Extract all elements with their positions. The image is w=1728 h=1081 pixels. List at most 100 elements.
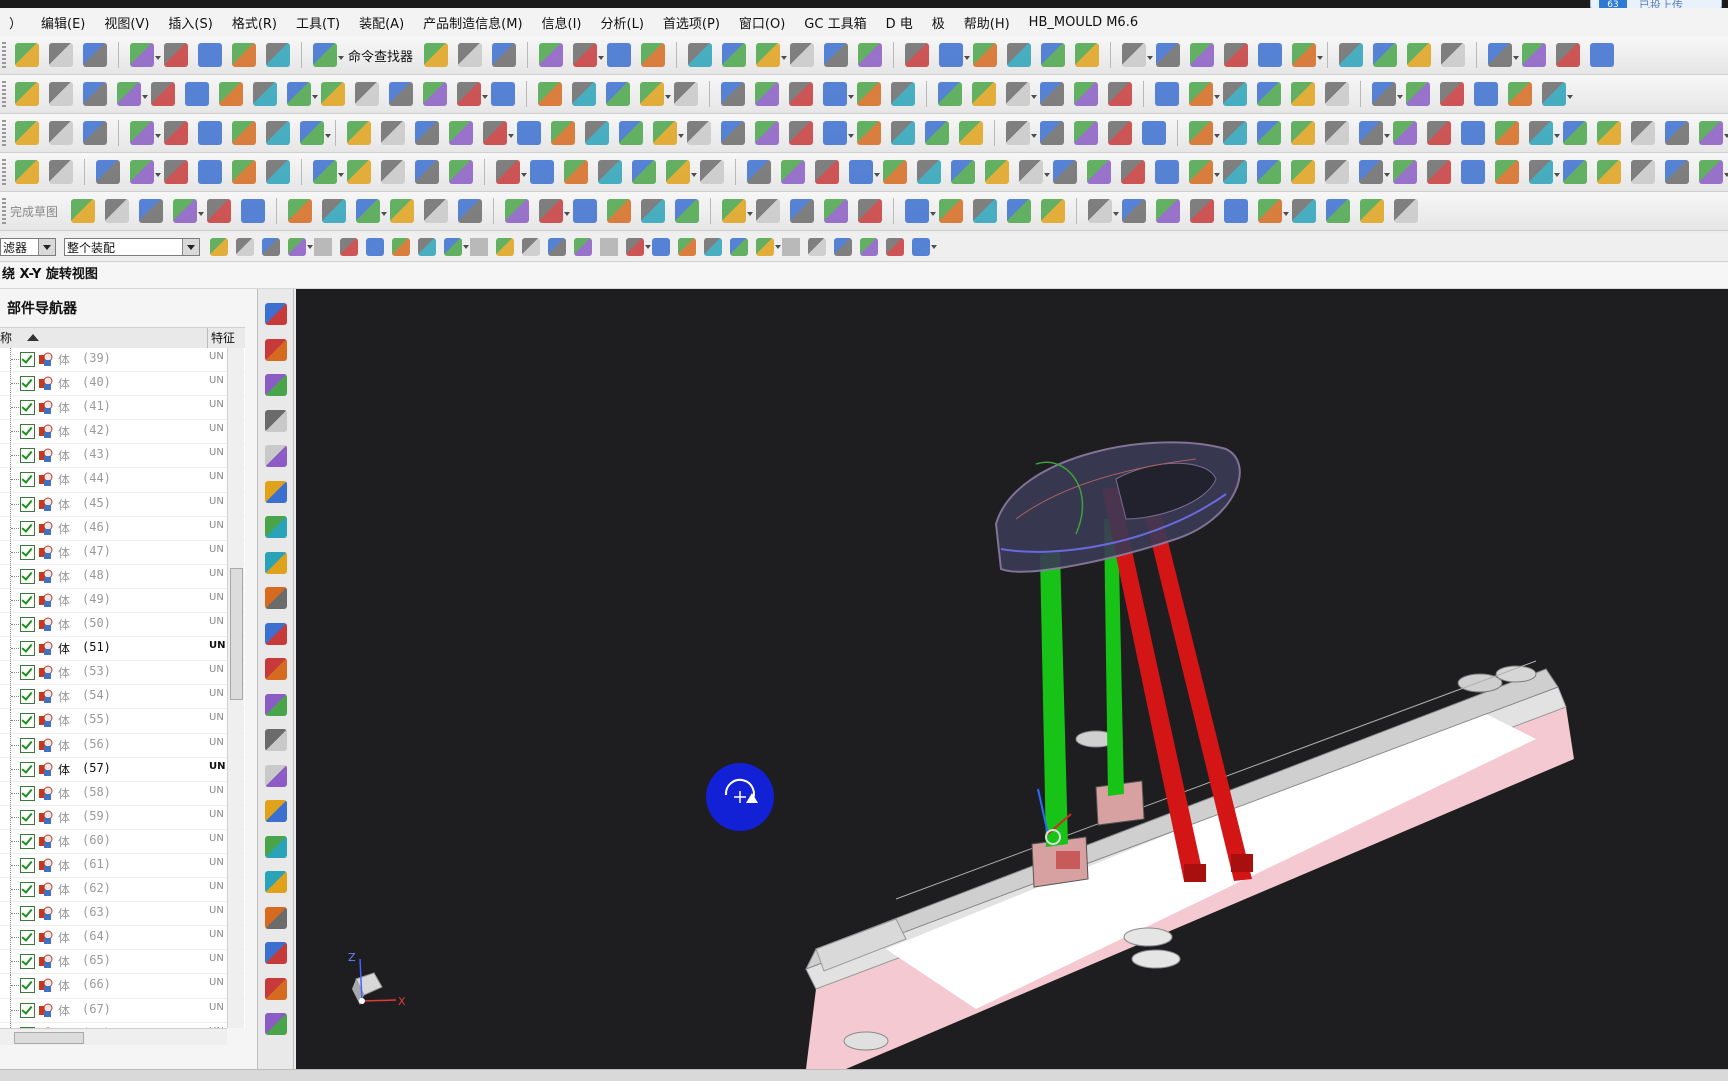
toolbar-tool-icon[interactable]	[1427, 160, 1451, 184]
toolbar-tool-icon[interactable]	[322, 199, 346, 223]
toolbar-tool-icon[interactable]	[198, 160, 222, 184]
toolbar-tool-icon[interactable]	[1292, 43, 1316, 67]
toolbar-tool-icon[interactable]	[1699, 121, 1723, 145]
toolbar-tool-icon[interactable]	[959, 121, 983, 145]
toolbar-tool-icon[interactable]	[632, 160, 656, 184]
toolbar-tool-icon[interactable]	[1441, 43, 1465, 67]
toolbar-tool-icon[interactable]	[139, 199, 163, 223]
navigator-row[interactable]: 体(54)UN	[0, 685, 245, 709]
toolbar-tool-icon[interactable]	[1461, 160, 1485, 184]
toolbar-tool-icon[interactable]	[1427, 121, 1451, 145]
toolbar-tool-icon[interactable]	[458, 43, 482, 67]
toolbar-tool-icon[interactable]	[1007, 43, 1031, 67]
navigator-row[interactable]: 体(47)UN	[0, 541, 245, 565]
navigator-row[interactable]: 体(42)UN	[0, 420, 245, 444]
toolbar-tool-icon[interactable]	[15, 82, 39, 106]
visibility-checkbox[interactable]	[20, 448, 35, 463]
menu-item[interactable]: ）	[0, 13, 32, 32]
toolbar-tool-icon[interactable]	[83, 82, 107, 106]
toolbar-tool-icon[interactable]	[808, 238, 826, 256]
toolbar-tool-icon[interactable]	[1339, 43, 1363, 67]
toolbar-tool-icon[interactable]	[449, 160, 473, 184]
toolbar-tool-icon[interactable]	[1373, 43, 1397, 67]
toolbar-tool-icon[interactable]	[905, 199, 929, 223]
toolbar-tool-icon[interactable]	[905, 43, 929, 67]
toolbar-tool-icon[interactable]	[418, 238, 436, 256]
toolbar-tool-icon[interactable]	[164, 121, 188, 145]
navigator-row[interactable]: 体(44)UN	[0, 468, 245, 492]
toolbar-tool-icon[interactable]	[548, 238, 566, 256]
visibility-checkbox[interactable]	[20, 545, 35, 560]
toolbar-tool-icon[interactable]	[492, 43, 516, 67]
toolbar-tool-icon[interactable]	[1359, 121, 1383, 145]
toolbar-tool-icon[interactable]	[564, 160, 588, 184]
toolbar-tool-icon[interactable]	[573, 199, 597, 223]
scroll-thumb[interactable]	[230, 568, 243, 700]
visibility-checkbox[interactable]	[20, 665, 35, 680]
toolbar-tool-icon[interactable]	[71, 199, 95, 223]
toolbar-tool-icon[interactable]	[823, 121, 847, 145]
toolbar-tool-icon[interactable]	[1041, 43, 1065, 67]
navigator-row[interactable]: 体(61)UN	[0, 854, 245, 878]
toolbar-tool-icon[interactable]	[574, 238, 592, 256]
toolbar-tool-icon[interactable]	[973, 199, 997, 223]
resource-tab-icon[interactable]	[265, 587, 287, 609]
resource-tab-icon[interactable]	[265, 658, 287, 680]
toolbar-tool-icon[interactable]	[891, 121, 915, 145]
command-finder-button[interactable]: 命令查找器	[348, 46, 413, 65]
visibility-checkbox[interactable]	[20, 906, 35, 921]
toolbar-tool-icon[interactable]	[641, 199, 665, 223]
navigator-row[interactable]: 体(66)UN	[0, 974, 245, 998]
navigator-row[interactable]: 体(50)UN	[0, 613, 245, 637]
toolbar-tool-icon[interactable]	[790, 199, 814, 223]
visibility-checkbox[interactable]	[20, 786, 35, 801]
toolbar-tool-icon[interactable]	[539, 199, 563, 223]
navigator-row[interactable]: 体(58)UN	[0, 782, 245, 806]
resource-tab-icon[interactable]	[265, 694, 287, 716]
toolbar-tool-icon[interactable]	[551, 121, 575, 145]
toolbar-tool-icon[interactable]	[105, 199, 129, 223]
toolbar-tool-icon[interactable]	[444, 238, 462, 256]
toolbar-tool-icon[interactable]	[313, 160, 337, 184]
toolbar-tool-icon[interactable]	[1522, 43, 1546, 67]
type-filter-combo[interactable]: 滤器	[0, 238, 56, 256]
toolbar-tool-icon[interactable]	[424, 199, 448, 223]
toolbar-tool-icon[interactable]	[356, 199, 380, 223]
toolbar-tool-icon[interactable]	[1122, 199, 1146, 223]
toolbar-tool-icon[interactable]	[96, 160, 120, 184]
navigator-row[interactable]: 体(49)UN	[0, 589, 245, 613]
navigator-row[interactable]: 体(56)UN	[0, 734, 245, 758]
navigator-row[interactable]: 体(57)UN	[0, 758, 245, 782]
navigator-row[interactable]: 体(59)UN	[0, 806, 245, 830]
toolbar-tool-icon[interactable]	[49, 160, 73, 184]
toolbar-tool-icon[interactable]	[1631, 121, 1655, 145]
visibility-checkbox[interactable]	[20, 1003, 35, 1018]
menu-item[interactable]: 分析(L)	[592, 13, 654, 32]
toolbar-tool-icon[interactable]	[756, 238, 774, 256]
visibility-checkbox[interactable]	[20, 738, 35, 753]
toolbar-tool-icon[interactable]	[722, 43, 746, 67]
toolbar-tool-icon[interactable]	[15, 43, 39, 67]
toolbar-tool-icon[interactable]	[824, 43, 848, 67]
toolbar-tool-icon[interactable]	[790, 43, 814, 67]
toolbar-tool-icon[interactable]	[1372, 82, 1396, 106]
toolbar-tool-icon[interactable]	[496, 160, 520, 184]
toolbar-tool-icon[interactable]	[585, 121, 609, 145]
toolbar-tool-icon[interactable]	[1393, 121, 1417, 145]
toolbar-tool-icon[interactable]	[1223, 121, 1247, 145]
navigator-row[interactable]: 体(53)UN	[0, 661, 245, 685]
toolbar-tool-icon[interactable]	[117, 82, 141, 106]
toolbar-tool-icon[interactable]	[1665, 160, 1689, 184]
scroll-thumb[interactable]	[14, 1032, 84, 1044]
resource-tab-icon[interactable]	[265, 445, 287, 467]
toolbar-tool-icon[interactable]	[722, 199, 746, 223]
toolbar-tool-icon[interactable]	[198, 43, 222, 67]
toolbar-tool-icon[interactable]	[939, 43, 963, 67]
menu-item[interactable]: 视图(V)	[95, 13, 159, 32]
visibility-checkbox[interactable]	[20, 424, 35, 439]
visibility-checkbox[interactable]	[20, 978, 35, 993]
toolbar-tool-icon[interactable]	[173, 199, 197, 223]
toolbar-tool-icon[interactable]	[606, 82, 630, 106]
toolbar-tool-icon[interactable]	[288, 199, 312, 223]
visibility-checkbox[interactable]	[20, 882, 35, 897]
